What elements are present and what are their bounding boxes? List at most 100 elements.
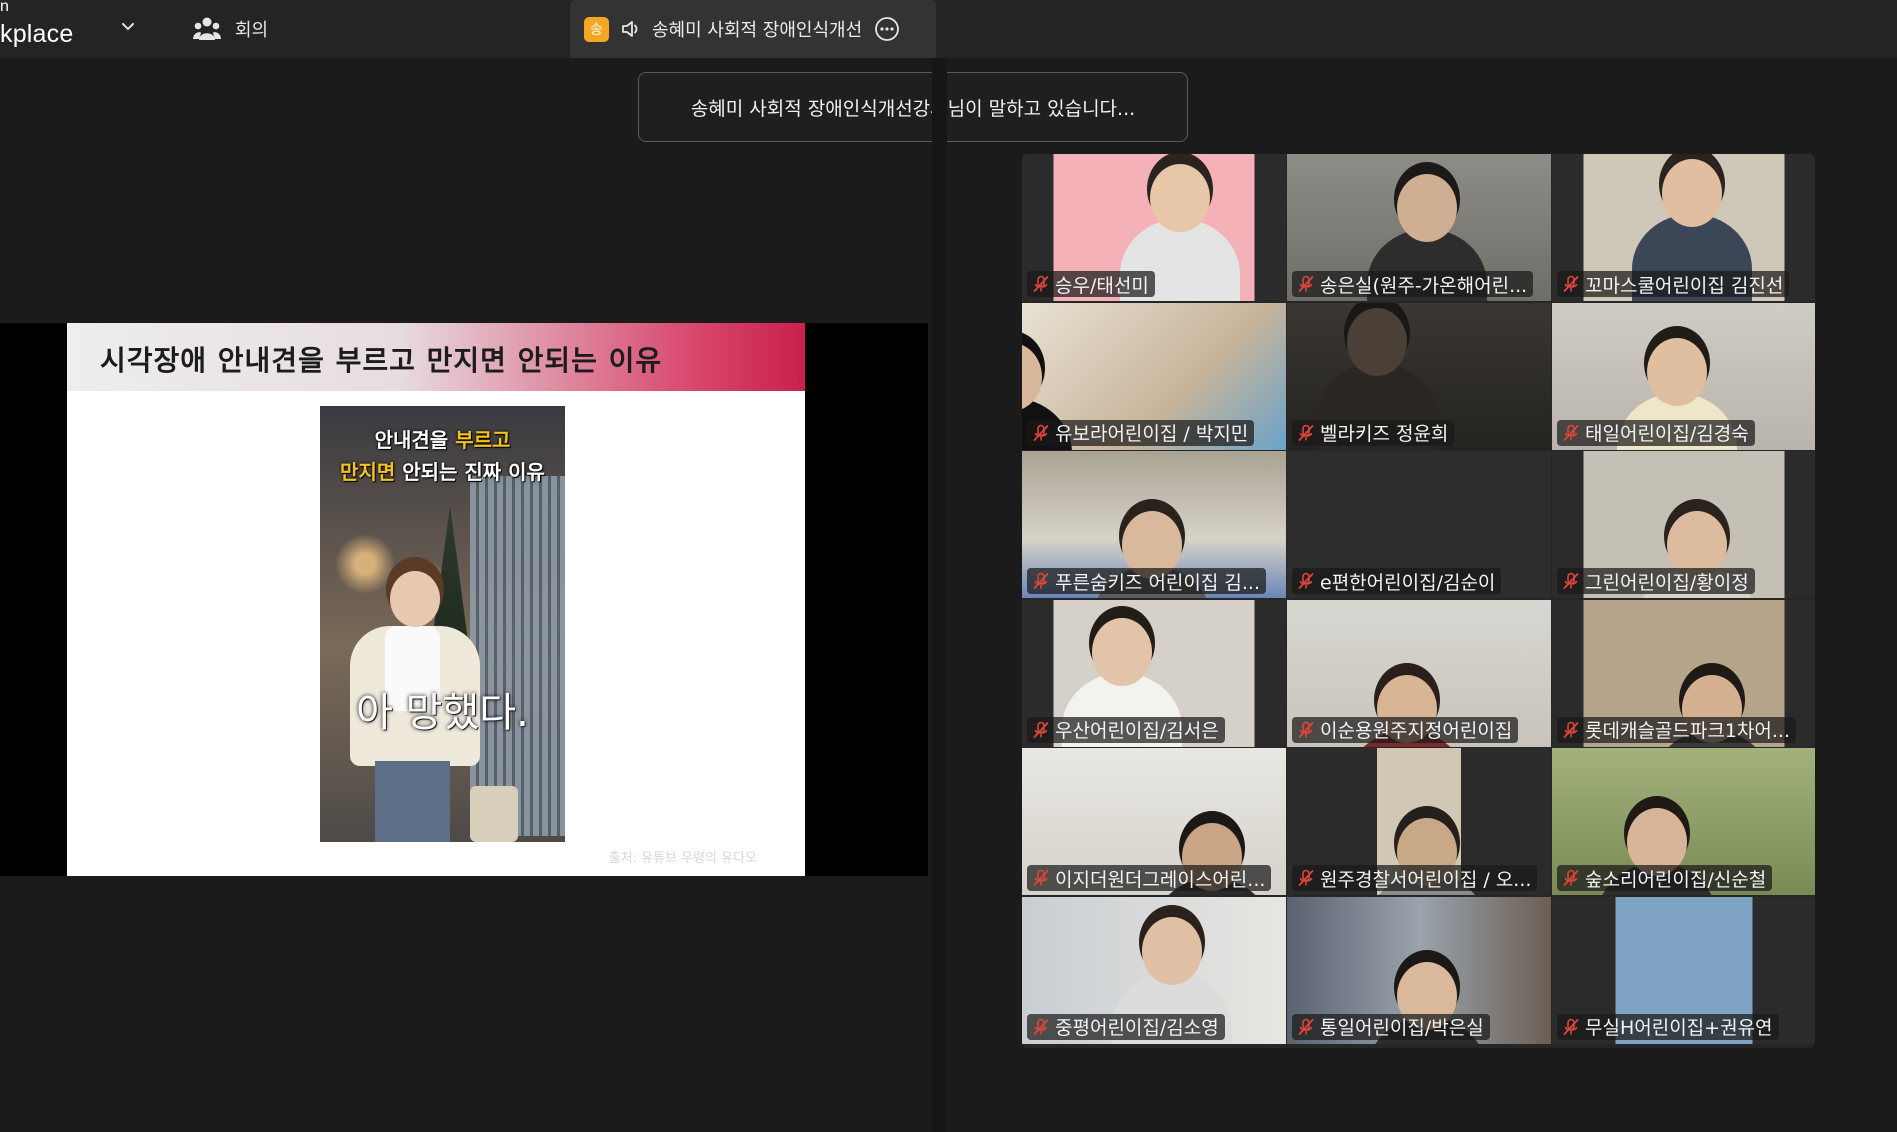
mic-muted-icon <box>1298 424 1314 441</box>
participant-tile[interactable]: 원주경찰서어린이집 / 오... <box>1287 748 1551 895</box>
active-meeting-tab[interactable]: 송 송혜미 사회적 장애인식개선 <box>570 0 936 58</box>
speaker-avatar-badge: 송 <box>584 16 609 42</box>
video-caption-line2: 만지면 안되는 진짜 이유 <box>340 460 545 484</box>
participant-tile[interactable]: 푸른숨키즈 어린이집 김... <box>1022 451 1286 598</box>
more-options-icon[interactable] <box>874 16 900 42</box>
participant-tile[interactable]: 롯데캐슬골드파크1차어... <box>1552 599 1815 747</box>
mic-muted-icon <box>1033 1018 1049 1035</box>
participant-name: 중평어린이집/김소영 <box>1055 1017 1219 1039</box>
participant-nameplate: 송은실(원주-가온해어린... <box>1292 271 1534 297</box>
mic-muted-icon <box>1033 721 1049 738</box>
participant-nameplate: 중평어린이집/김소영 <box>1027 1013 1225 1040</box>
participant-head <box>1647 337 1707 406</box>
brand-name-top: n <box>0 0 9 15</box>
participant-name: 이지더원더그레이스어린... <box>1055 868 1266 891</box>
participant-nameplate: 롯데캐슬골드파크1차어... <box>1557 716 1797 743</box>
participant-name: 무실H어린이집+권유연 <box>1585 1017 1773 1039</box>
participant-name: 벨라키즈 정윤희 <box>1320 423 1449 445</box>
participant-tile[interactable]: 통일어린이집/박은실 <box>1287 896 1551 1044</box>
participant-tile[interactable]: 송은실(원주-가온해어린... <box>1287 154 1551 301</box>
workspace-switcher[interactable]: n kplace <box>0 0 134 58</box>
participant-name: e편한어린이집/김순이 <box>1320 571 1496 594</box>
participant-head <box>1092 617 1152 686</box>
slide-header: 시각장애 안내견을 부르고 만지면 안되는 이유 <box>67 323 805 391</box>
participant-name: 그린어린이집/황이정 <box>1585 571 1749 594</box>
video-subtitle: 아 망했다. <box>356 690 529 736</box>
participant-nameplate: 유보라어린이집 / 박지민 <box>1027 419 1255 446</box>
participant-head <box>1347 307 1407 376</box>
participant-tile[interactable]: 무실H어린이집+권유연 <box>1552 896 1815 1044</box>
active-tab-title: 송혜미 사회적 장애인식개선 <box>652 20 863 41</box>
people-icon <box>193 17 221 40</box>
mic-muted-icon <box>1563 869 1579 886</box>
participant-head <box>1142 916 1202 985</box>
mic-muted-icon <box>1298 721 1314 738</box>
participant-name: 꼬마스쿨어린이집 김진선 <box>1585 274 1784 297</box>
mic-muted-icon <box>1298 869 1314 886</box>
meeting-label: 회의 <box>235 20 269 41</box>
participant-name: 통일어린이집/박은실 <box>1320 1017 1484 1039</box>
mic-muted-icon <box>1563 1018 1579 1035</box>
participant-head <box>1397 174 1457 242</box>
participant-tile[interactable]: 벨라키즈 정윤희 <box>1287 302 1551 450</box>
mic-muted-icon <box>1033 424 1049 441</box>
participant-tile[interactable]: e편한어린이집/김순이 <box>1287 451 1551 598</box>
chevron-down-icon[interactable] <box>118 17 138 37</box>
mic-muted-icon <box>1033 572 1049 589</box>
participant-nameplate: 무실H어린이집+권유연 <box>1557 1013 1779 1040</box>
participant-name: 승우/태선미 <box>1055 274 1149 297</box>
mic-muted-icon <box>1298 572 1314 589</box>
participant-gallery: 승우/태선미 송은실(원주-가온해어린... 꼬마스쿨어린이집 김진선유보라어린이집… <box>1022 154 1815 1048</box>
brand-name: kplace <box>0 20 74 48</box>
mic-muted-icon <box>1298 275 1314 292</box>
participant-name: 우산어린이집/김서은 <box>1055 720 1219 742</box>
participant-nameplate: 이순용원주지정어린이집 <box>1292 716 1519 743</box>
participant-name: 송은실(원주-가온해어린... <box>1320 274 1528 297</box>
participant-name: 이순용원주지정어린이집 <box>1320 720 1513 742</box>
video-caption-line1: 안내견을 부르고 <box>374 428 511 452</box>
participant-tile[interactable]: 그린어린이집/황이정 <box>1552 451 1815 598</box>
participant-head <box>1150 164 1210 232</box>
participant-nameplate: 숲소리어린이집/신순철 <box>1557 865 1773 891</box>
pane-divider[interactable] <box>932 58 947 1132</box>
participant-head <box>1662 159 1722 227</box>
meeting-button[interactable]: 회의 <box>193 12 268 46</box>
participant-nameplate: 푸른숨키즈 어린이집 김... <box>1027 568 1266 594</box>
participant-name: 숲소리어린이집/신순철 <box>1585 868 1767 891</box>
participant-tile[interactable]: 이순용원주지정어린이집 <box>1287 599 1551 747</box>
participant-nameplate: 승우/태선미 <box>1027 271 1155 297</box>
participant-nameplate: 우산어린이집/김서은 <box>1027 716 1225 743</box>
mic-muted-icon <box>1298 1018 1314 1035</box>
participant-tile[interactable]: 승우/태선미 <box>1022 154 1286 301</box>
participant-tile[interactable]: 중평어린이집/김소영 <box>1022 896 1286 1044</box>
slide-source: 출처: 유튜브 우령의 유다오 <box>608 851 757 866</box>
participant-nameplate: 원주경찰서어린이집 / 오... <box>1292 865 1538 891</box>
participant-name: 유보라어린이집 / 박지민 <box>1055 423 1249 445</box>
speaking-notification: 송혜미 사회적 장애인식개선강사님이 말하고 있습니다... <box>638 72 1188 142</box>
participant-nameplate: 꼬마스쿨어린이집 김진선 <box>1557 271 1790 297</box>
speaker-icon[interactable] <box>620 18 642 40</box>
participant-nameplate: e편한어린이집/김순이 <box>1292 568 1502 594</box>
shared-screen[interactable]: 시각장애 안내견을 부르고 만지면 안되는 이유 안내견을 부르고 만지면 안되… <box>0 323 928 876</box>
participant-tile[interactable]: 숲소리어린이집/신순철 <box>1552 748 1815 895</box>
participant-nameplate: 이지더원더그레이스어린... <box>1027 865 1272 891</box>
participant-name: 롯데캐슬골드파크1차어... <box>1585 720 1791 742</box>
slide-video-thumbnail: 안내견을 부르고 만지면 안되는 진짜 이유 아 망했다. <box>320 406 565 842</box>
participant-nameplate: 그린어린이집/황이정 <box>1557 568 1755 594</box>
mic-muted-icon <box>1563 721 1579 738</box>
participant-name: 태일어린이집/김경숙 <box>1585 423 1749 445</box>
participant-tile[interactable]: 꼬마스쿨어린이집 김진선 <box>1552 154 1815 301</box>
participant-tile[interactable]: 이지더원더그레이스어린... <box>1022 748 1286 895</box>
mic-muted-icon <box>1563 275 1579 292</box>
mic-muted-icon <box>1563 424 1579 441</box>
participant-nameplate: 태일어린이집/김경숙 <box>1557 419 1755 446</box>
participant-tile[interactable]: 태일어린이집/김경숙 <box>1552 302 1815 450</box>
top-bar: n kplace 회의 송 송혜미 사회적 장애인식개선 <box>0 0 1897 58</box>
participant-nameplate: 통일어린이집/박은실 <box>1292 1013 1490 1040</box>
participant-nameplate: 벨라키즈 정윤희 <box>1292 419 1455 446</box>
mic-muted-icon <box>1033 275 1049 292</box>
participant-tile[interactable]: 유보라어린이집 / 박지민 <box>1022 302 1286 450</box>
participant-tile[interactable]: 우산어린이집/김서은 <box>1022 599 1286 747</box>
mic-muted-icon <box>1563 572 1579 589</box>
mic-muted-icon <box>1033 869 1049 886</box>
